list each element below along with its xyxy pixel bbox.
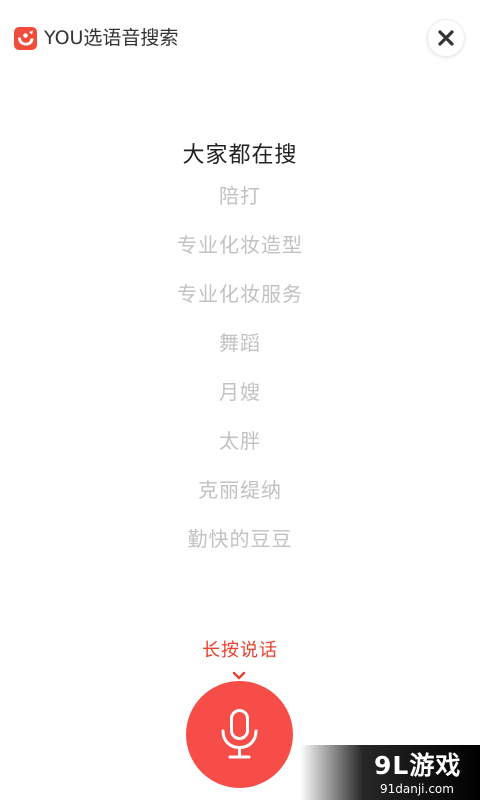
hot-search-item[interactable]: 克丽缇纳: [0, 474, 480, 523]
whale-logo-icon: [14, 27, 37, 50]
hot-search-item[interactable]: 陪打: [0, 180, 480, 229]
close-button[interactable]: [427, 19, 465, 57]
app-title: YOU选语音搜索: [44, 27, 179, 49]
hot-search-item[interactable]: 舞蹈: [0, 327, 480, 376]
hot-search-item[interactable]: 太胖: [0, 425, 480, 474]
watermark-logo: 9L游戏: [374, 751, 462, 780]
hot-search-item[interactable]: 勤快的豆豆: [0, 523, 480, 572]
header: YOU选语音搜索: [0, 0, 480, 78]
hot-search-item[interactable]: 月嫂: [0, 376, 480, 425]
hot-search-title: 大家都在搜: [182, 143, 298, 168]
hot-search-item[interactable]: 专业化妆造型: [0, 229, 480, 278]
press-to-talk-hint: 长按说话: [202, 640, 278, 661]
voice-search-page: YOU选语音搜索 大家都在搜 陪打 专业化妆造型 专业化妆服务 舞蹈 月嫂 太胖…: [0, 0, 480, 800]
microphone-button[interactable]: [186, 681, 293, 788]
chevron-down-icon: [232, 666, 246, 680]
watermark-url: 91danji.com: [380, 782, 454, 796]
hot-search-item[interactable]: 专业化妆服务: [0, 278, 480, 327]
hot-search-list: 陪打 专业化妆造型 专业化妆服务 舞蹈 月嫂 太胖 克丽缇纳 勤快的豆豆: [0, 180, 480, 572]
watermark: 9L游戏 91danji.com: [300, 745, 480, 800]
